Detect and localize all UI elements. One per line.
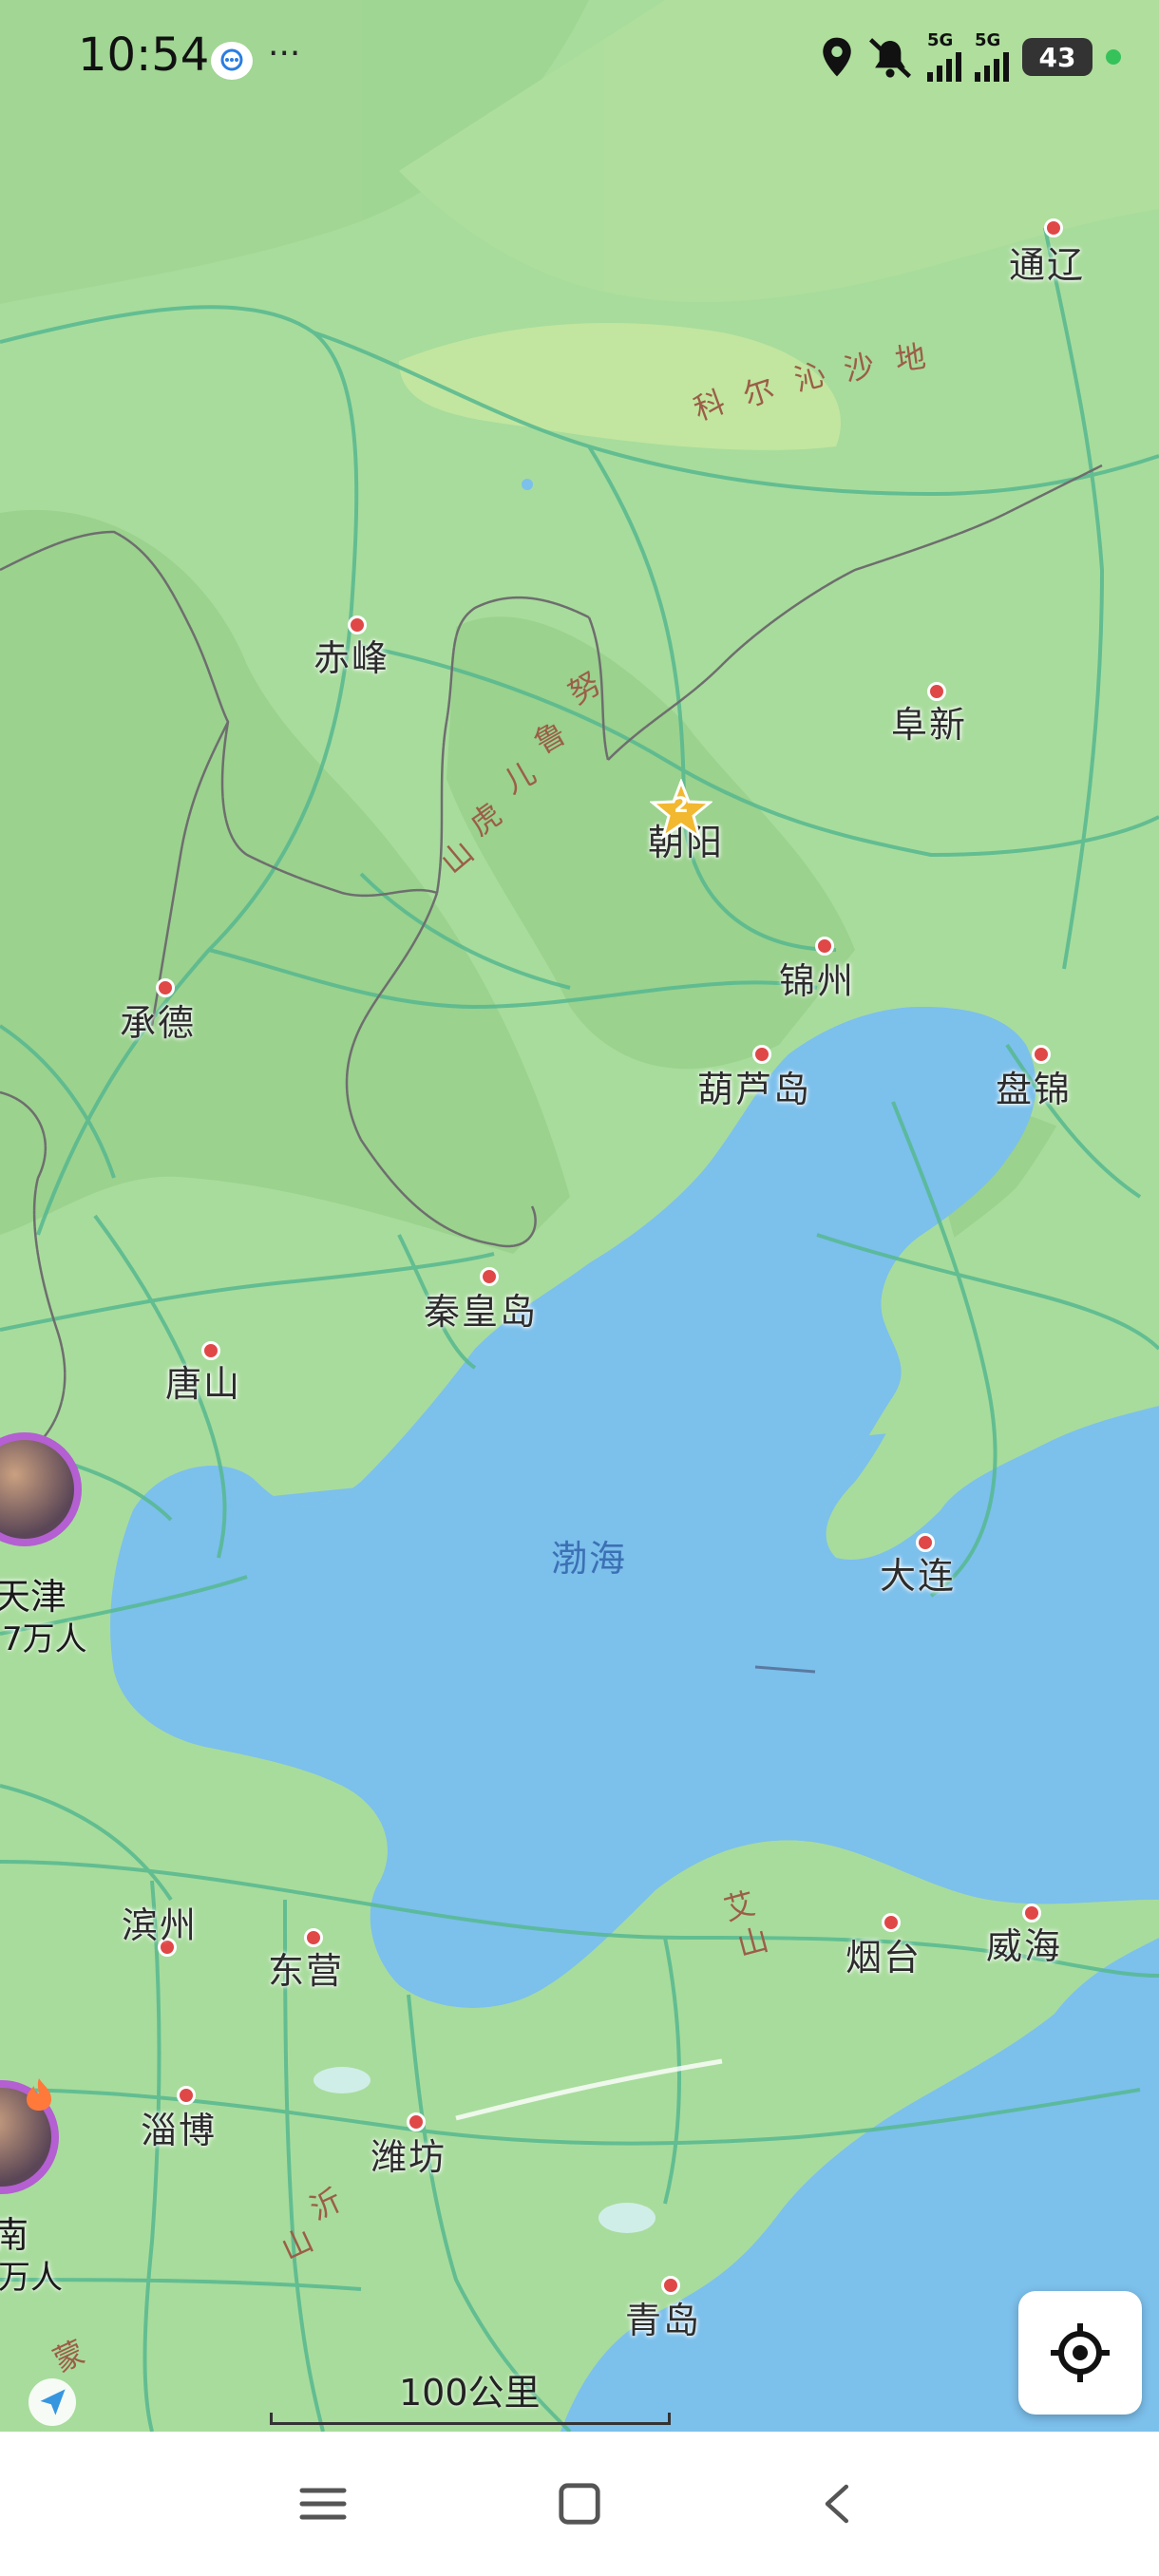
jinan-pin-label[interactable]: 南 [0,2206,28,2258]
home-square-icon [559,2483,600,2525]
jinan-pin-count: 万人 [0,2259,63,2297]
chat-bubble-icon [211,42,253,80]
city-label-dongying[interactable]: 东营 [268,1941,344,1994]
city-label-panjin[interactable]: 盘锦 [996,1060,1072,1112]
cluster-count: 2 [674,794,689,818]
menu-button[interactable] [285,2466,361,2542]
scale-label: 100公里 [399,2372,541,2414]
location-icon [823,37,851,77]
battery-icon: 43 [1022,38,1092,76]
signal-label-1: 5G [927,30,954,50]
city-label-tongliao[interactable]: 通辽 [1009,236,1085,288]
city-label-zibo[interactable]: 淄博 [141,2101,217,2153]
tianjin-pin-count: 7万人 [2,1620,87,1658]
back-chevron-icon [825,2484,849,2524]
status-bar: 10:54 ··· 5G 5G 43 [0,0,1159,114]
mute-icon [868,38,912,79]
sea-label-bohai: 渤海 [551,1538,628,1580]
city-label-dalian[interactable]: 大连 [880,1546,956,1599]
scale-bar [270,2413,671,2425]
locate-button[interactable] [1018,2291,1142,2415]
navigation-arrow-icon[interactable] [28,2378,76,2426]
system-nav-bar [0,2432,1159,2576]
indicator-dot [1106,49,1121,65]
cluster-marker-star[interactable]: 2 [649,777,713,842]
feature-label-horqin-5: 地 [892,337,928,379]
signal-icon: 5G [975,32,1009,82]
city-label-weihai[interactable]: 威海 [986,1917,1062,1969]
city-label-qingdao[interactable]: 青岛 [625,2291,701,2343]
city-dot [1044,218,1063,237]
city-label-tangshan[interactable]: 唐山 [165,1354,241,1407]
city-label-chifeng[interactable]: 赤峰 [314,629,390,681]
more-indicator: ··· [268,34,301,73]
city-label-fuxin[interactable]: 阜新 [891,695,967,748]
status-time: 10:54 [78,28,210,82]
signal-icon: 5G [927,32,961,82]
city-label-jinzhou[interactable]: 锦州 [779,952,855,1004]
city-label-weifang[interactable]: 潍坊 [370,2128,446,2180]
home-button[interactable] [542,2466,618,2542]
city-label-qinhuangdao[interactable]: 秦皇岛 [424,1282,538,1335]
city-label-yantai[interactable]: 烟台 [846,1928,922,1980]
fire-icon [23,2076,55,2112]
locate-target-icon [1051,2323,1110,2382]
map-canvas[interactable] [0,0,1159,2432]
menu-icon [299,2488,347,2520]
city-label-chengde[interactable]: 承德 [120,994,196,1046]
city-label-huludao[interactable]: 葫芦岛 [697,1060,811,1112]
signal-label-2: 5G [975,30,1001,50]
tianjin-pin-label[interactable]: 天津 [0,1567,66,1619]
back-button[interactable] [798,2466,874,2542]
battery-level: 43 [1038,41,1076,73]
city-label-binzhou[interactable]: 滨州 [122,1896,198,1948]
